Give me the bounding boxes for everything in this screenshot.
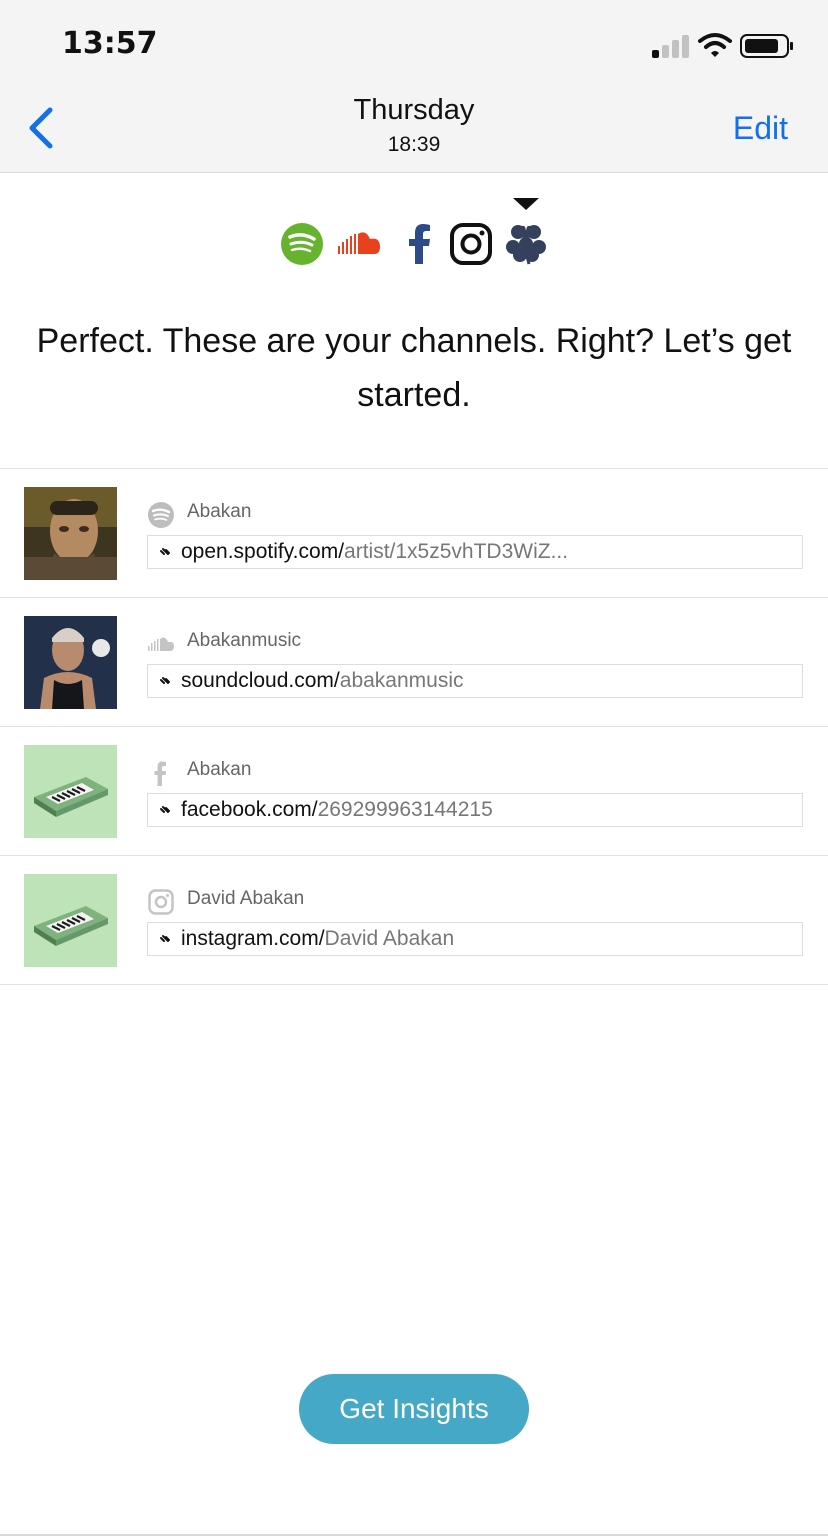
- keyboard-image-thumbnail: [24, 745, 117, 838]
- cellular-signal-icon: [652, 34, 690, 58]
- channel-url-text: facebook.com/269299963144215: [181, 798, 493, 821]
- wifi-icon: [698, 33, 732, 57]
- selected-indicator-icon: [513, 198, 539, 210]
- channel-row-spotify[interactable]: Abakan open.spotify.com/artist/1x5z5vhTD…: [0, 469, 828, 598]
- artist-photo-thumbnail: [24, 616, 117, 709]
- link-icon: [160, 677, 170, 684]
- channel-url-field[interactable]: soundcloud.com/abakanmusic: [147, 664, 803, 698]
- edit-button[interactable]: Edit: [733, 110, 788, 147]
- keyboard-image-thumbnail: [24, 874, 117, 967]
- channel-url-field[interactable]: instagram.com/David Abakan: [147, 922, 803, 956]
- channel-icon-strip: [0, 222, 828, 268]
- spotify-icon: [148, 502, 174, 528]
- channel-row-soundcloud[interactable]: Abakanmusic soundcloud.com/abakanmusic: [0, 598, 828, 727]
- link-icon: [160, 935, 170, 942]
- soundcloud-icon[interactable]: [336, 222, 382, 266]
- spotify-icon[interactable]: [280, 222, 324, 266]
- top-bar: 13:57 Thursday 18:39 Edit: [0, 0, 828, 173]
- link-icon: [160, 548, 170, 555]
- channel-name: Abakan: [187, 759, 252, 780]
- headline: Perfect. These are your channels. Right?…: [36, 322, 792, 414]
- channel-row-instagram[interactable]: David Abakan instagram.com/David Abakan: [0, 856, 828, 985]
- facebook-icon[interactable]: [398, 222, 442, 266]
- nav-subtitle: 18:39: [387, 133, 441, 156]
- channel-url-field[interactable]: facebook.com/269299963144215: [147, 793, 803, 827]
- instagram-icon: [148, 889, 174, 915]
- clover-icon[interactable]: [503, 222, 549, 266]
- status-time: 13:57: [62, 26, 158, 61]
- get-insights-button[interactable]: Get Insights: [299, 1374, 529, 1444]
- link-icon: [160, 806, 170, 813]
- channel-name: Abakanmusic: [187, 630, 302, 651]
- soundcloud-icon: [148, 637, 174, 651]
- battery-icon: [740, 34, 793, 58]
- channel-name: David Abakan: [187, 888, 305, 909]
- channel-url-text: instagram.com/David Abakan: [181, 927, 455, 950]
- artist-photo-thumbnail: [24, 487, 117, 580]
- channel-name: Abakan: [187, 501, 252, 522]
- channel-url-text: soundcloud.com/abakanmusic: [181, 669, 464, 692]
- facebook-icon: [154, 761, 166, 786]
- channel-url-field[interactable]: open.spotify.com/artist/1x5z5vhTD3WiZ...: [147, 535, 803, 569]
- nav-title: Thursday: [353, 94, 475, 126]
- instagram-icon[interactable]: [449, 222, 493, 266]
- channel-url-text: open.spotify.com/artist/1x5z5vhTD3WiZ...: [181, 540, 569, 563]
- channel-row-facebook[interactable]: Abakan facebook.com/269299963144215: [0, 727, 828, 856]
- channel-list: Abakan open.spotify.com/artist/1x5z5vhTD…: [0, 468, 828, 985]
